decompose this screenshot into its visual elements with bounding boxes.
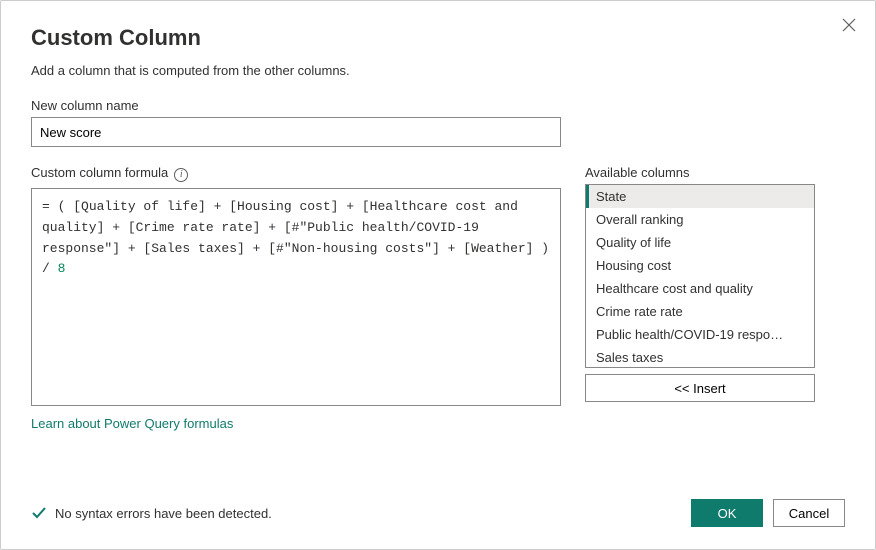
list-item[interactable]: Crime rate rate xyxy=(586,300,814,323)
status-bar: No syntax errors have been detected. xyxy=(31,505,272,521)
list-item[interactable]: Overall ranking xyxy=(586,208,814,231)
learn-link[interactable]: Learn about Power Query formulas xyxy=(31,416,233,431)
custom-column-dialog: Custom Column Add a column that is compu… xyxy=(1,1,875,549)
insert-button[interactable]: << Insert xyxy=(585,374,815,402)
list-item[interactable]: Public health/COVID-19 respo… xyxy=(586,323,814,346)
formula-editor[interactable]: = ( [Quality of life] + [Housing cost] +… xyxy=(31,188,561,406)
formula-content: = ( [Quality of life] + [Housing cost] +… xyxy=(42,197,550,280)
cancel-button[interactable]: Cancel xyxy=(773,499,845,527)
dialog-subtitle: Add a column that is computed from the o… xyxy=(31,63,845,78)
list-item[interactable]: Quality of life xyxy=(586,231,814,254)
list-item[interactable]: State xyxy=(586,185,814,208)
dialog-title: Custom Column xyxy=(31,25,845,51)
list-item[interactable]: Healthcare cost and quality xyxy=(586,277,814,300)
list-item[interactable]: Housing cost xyxy=(586,254,814,277)
available-columns-label: Available columns xyxy=(585,165,815,180)
formula-label: Custom column formula xyxy=(31,165,168,180)
ok-button[interactable]: OK xyxy=(691,499,763,527)
close-icon xyxy=(842,18,856,32)
list-item[interactable]: Sales taxes xyxy=(586,346,814,368)
status-message: No syntax errors have been detected. xyxy=(55,506,272,521)
close-button[interactable] xyxy=(837,13,861,37)
column-name-input[interactable] xyxy=(31,117,561,147)
available-columns-list[interactable]: State Overall ranking Quality of life Ho… xyxy=(585,184,815,368)
check-icon xyxy=(31,505,47,521)
column-name-label: New column name xyxy=(31,98,845,113)
info-icon[interactable]: i xyxy=(174,168,188,182)
